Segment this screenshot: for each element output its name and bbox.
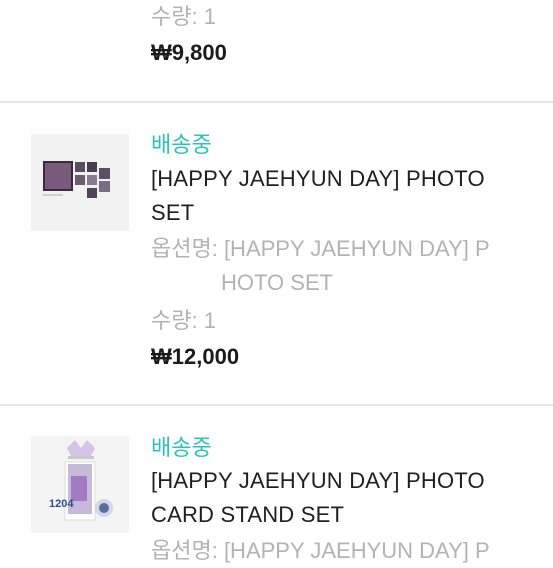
- product-title-line2[interactable]: CARD STAND SET: [151, 498, 344, 532]
- option-text-line1: 옵션명: [HAPPY JAEHYUN DAY] P: [151, 236, 490, 261]
- product-title-line1[interactable]: [HAPPY JAEHYUN DAY] PHOTO: [151, 162, 485, 196]
- order-item-2[interactable]: 배송중 [HAPPY JAEHYUN DAY] PHOTO SET 옵션명: […: [0, 103, 553, 403]
- photo-card-stand-thumbnail[interactable]: 1204: [31, 436, 129, 533]
- order-item-1[interactable]: 수량: 1 ₩9,800: [0, 0, 553, 101]
- order-item-3[interactable]: 1204 배송중 [HAPPY JAEHYUN DAY] PHOTO CARD …: [0, 406, 553, 563]
- quantity-text: 수량: 1: [151, 4, 216, 29]
- price-text: ₩9,800: [151, 40, 227, 65]
- price-text: ₩12,000: [151, 344, 240, 369]
- thumbnail-badge-text: 1204: [49, 498, 74, 510]
- option-text-line1: 옵션명: [HAPPY JAEHYUN DAY] P: [151, 538, 490, 563]
- photo-card-stand-image: [31, 436, 129, 533]
- option-text-line2: HOTO SET: [221, 270, 334, 295]
- product-title-line1[interactable]: [HAPPY JAEHYUN DAY] PHOTO: [151, 464, 485, 498]
- shipping-status: 배송중: [151, 435, 212, 460]
- quantity-text: 수량: 1: [151, 308, 216, 333]
- photo-set-thumbnail[interactable]: [31, 134, 129, 231]
- product-title-line2[interactable]: SET: [151, 196, 194, 230]
- photo-set-image: [31, 134, 129, 231]
- shipping-status: 배송중: [151, 132, 212, 157]
